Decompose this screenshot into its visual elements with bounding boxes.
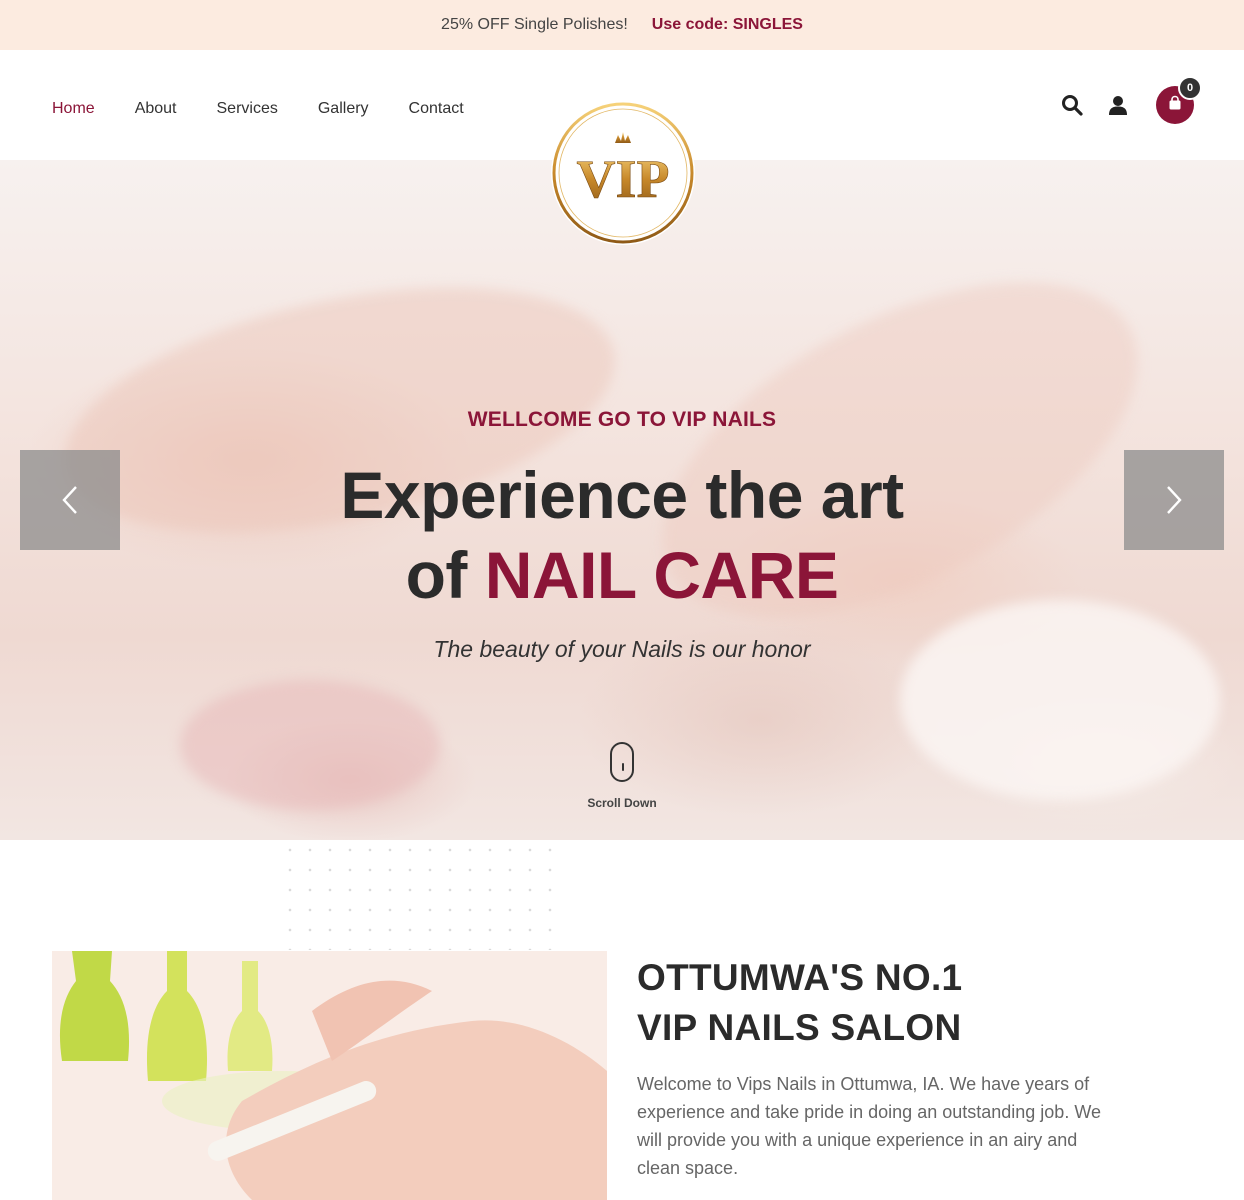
hero-slider: WELLCOME GO TO VIP NAILS Experience the …: [0, 160, 1244, 840]
about-title-line2: VIP NAILS SALON: [637, 1007, 962, 1048]
hero-headline-prefix: of: [405, 538, 468, 612]
hero-eyebrow: WELLCOME GO TO VIP NAILS: [467, 408, 777, 431]
chevron-left-icon: [62, 486, 77, 514]
cart-count-badge: 0: [1178, 76, 1202, 100]
logo-text: VIP: [577, 149, 670, 209]
nav-item-about[interactable]: About: [135, 100, 177, 118]
main-nav: Home About Services Gallery Contact: [52, 100, 464, 118]
about-title-line1: OTTUMWA'S NO.1: [637, 957, 963, 998]
promo-bar: 25% OFF Single Polishes! Use code: SINGL…: [0, 0, 1244, 50]
scroll-down-label: Scroll Down: [587, 796, 657, 810]
slider-next-button[interactable]: [1124, 450, 1224, 550]
hero-headline-line1: Experience the art: [340, 458, 904, 532]
about-image: [52, 951, 607, 1200]
nav-item-contact[interactable]: Contact: [409, 100, 464, 118]
scroll-down-indicator[interactable]: Scroll Down: [572, 742, 672, 810]
mouse-icon: [610, 742, 634, 782]
hero-headline: Experience the art of NAIL CARE: [0, 455, 1244, 615]
shopping-bag-icon: [1167, 95, 1183, 116]
hero-headline-accent: NAIL CARE: [484, 538, 839, 612]
about-body-text: Welcome to Vips Nails in Ottumwa, IA. We…: [637, 1074, 1101, 1178]
nav-item-services[interactable]: Services: [217, 100, 278, 118]
nav-item-home[interactable]: Home: [52, 100, 95, 118]
hero-content: WELLCOME GO TO VIP NAILS Experience the …: [0, 160, 1244, 840]
user-icon[interactable]: [1106, 93, 1130, 117]
vip-logo[interactable]: VIP: [551, 101, 695, 245]
search-icon[interactable]: [1060, 93, 1084, 117]
about-title: OTTUMWA'S NO.1 VIP NAILS SALON: [637, 953, 962, 1053]
hero-tagline: The beauty of your Nails is our honor: [433, 636, 811, 662]
promo-code-text: Use code: SINGLES: [651, 16, 803, 33]
promo-offer-text: 25% OFF Single Polishes!: [441, 16, 628, 33]
chevron-right-icon: [1167, 486, 1182, 514]
header-tools: 0: [1060, 76, 1202, 124]
nav-item-gallery[interactable]: Gallery: [318, 100, 369, 118]
cart-button[interactable]: 0: [1156, 76, 1202, 124]
slider-prev-button[interactable]: [20, 450, 120, 550]
dot-pattern-decoration: [280, 840, 560, 950]
